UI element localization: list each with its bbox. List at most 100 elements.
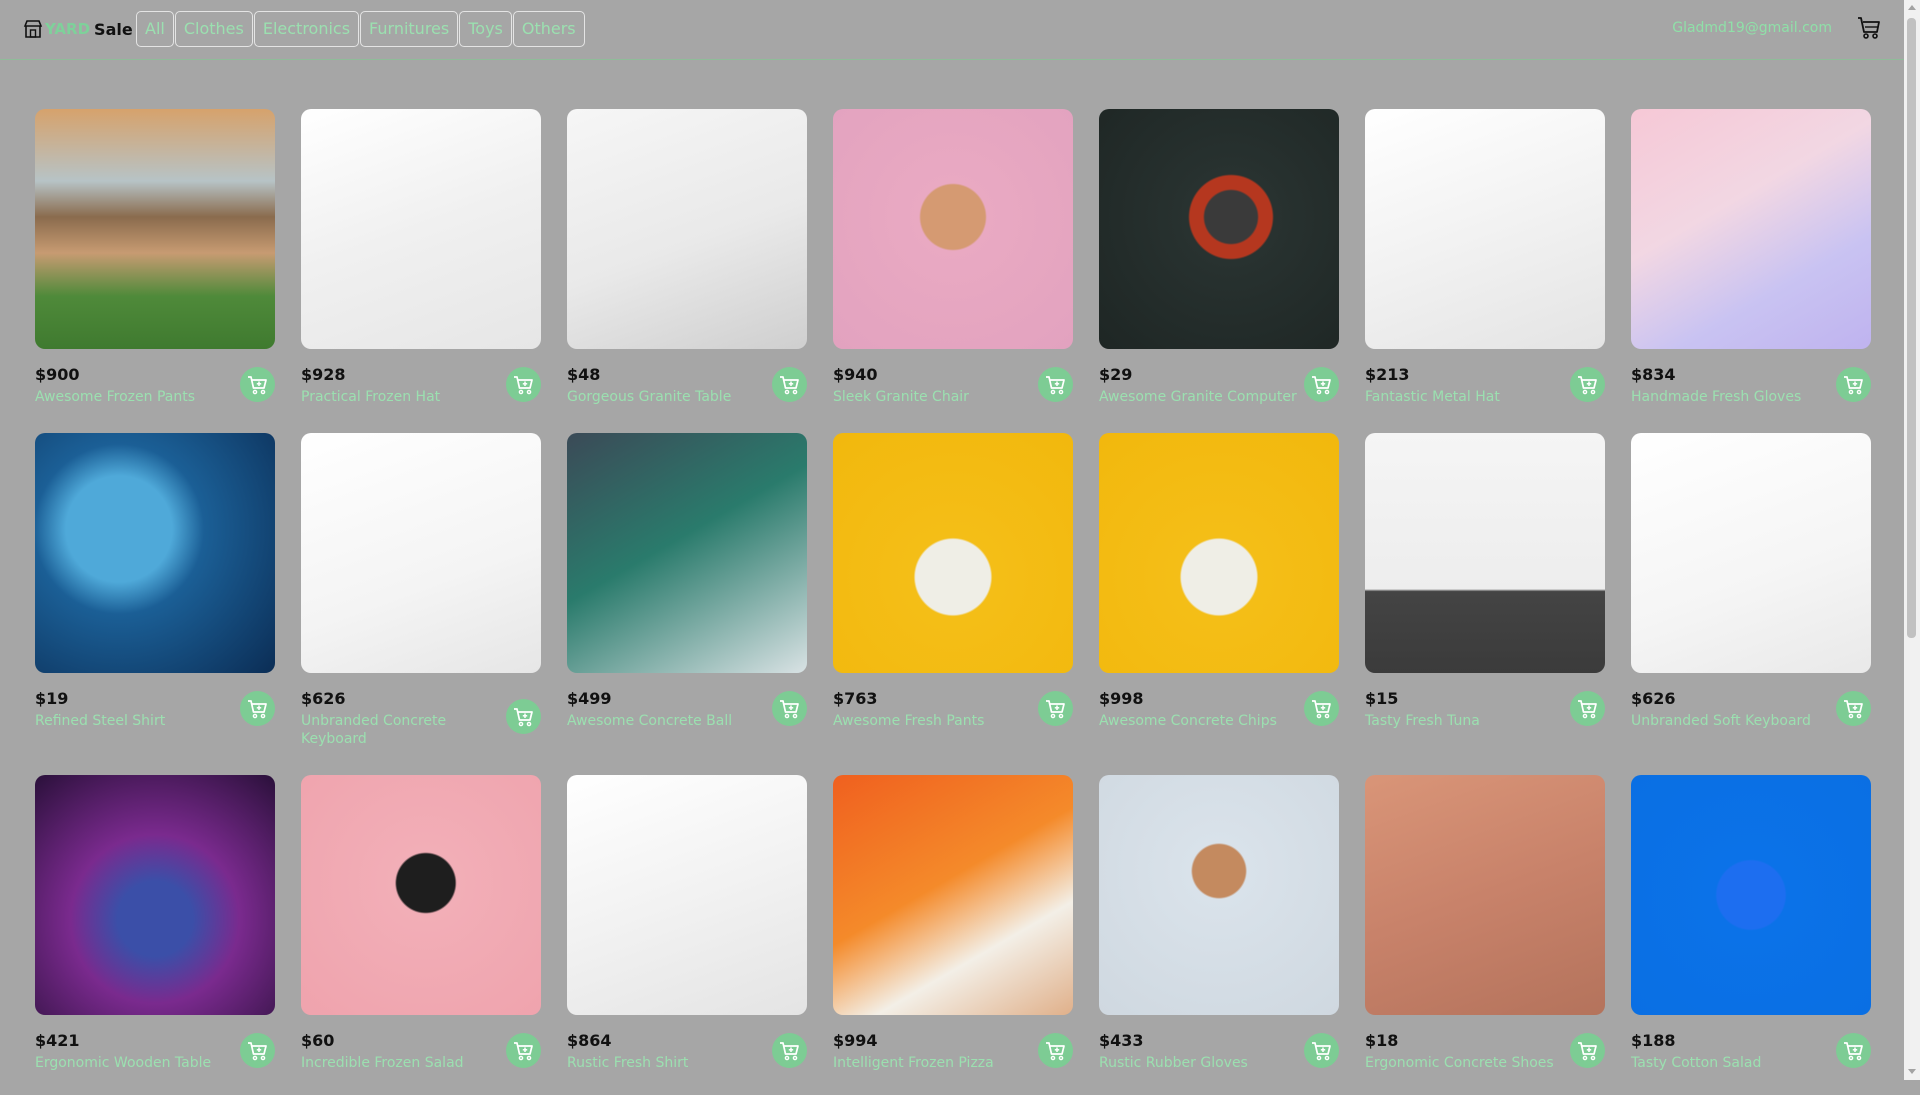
brand-yard-text: YARD [45,20,91,38]
product-image[interactable] [833,775,1073,1015]
tab-clothes[interactable]: Clothes [174,11,253,47]
add-to-cart-icon [513,375,533,394]
add-to-cart-button[interactable] [1038,367,1073,402]
product-image[interactable] [567,109,807,349]
product-image[interactable] [567,775,807,1015]
product-image[interactable] [301,109,541,349]
product-image[interactable] [1099,433,1339,673]
product-image[interactable] [833,109,1073,349]
tab-furnitures[interactable]: Furnitures [360,11,459,47]
product-image[interactable] [301,433,541,673]
add-to-cart-button[interactable] [772,367,807,402]
product-name: Gorgeous Granite Table [567,389,732,405]
product-card[interactable]: $626 Unbranded Soft Keyboard [1631,433,1871,753]
user-email[interactable]: Gladmd19@gmail.com [1672,20,1832,36]
product-card[interactable]: $18 Ergonomic Concrete Shoes [1365,775,1605,1095]
product-image[interactable] [1631,109,1871,349]
add-to-cart-button[interactable] [1570,691,1605,726]
product-price: $900 [35,365,80,384]
product-card[interactable]: $60 Incredible Frozen Salad [301,775,541,1095]
product-card[interactable]: $29 Awesome Granite Computer [1099,109,1339,429]
add-to-cart-button[interactable] [240,691,275,726]
product-name: Awesome Concrete Chips [1099,713,1277,729]
add-to-cart-button[interactable] [1836,367,1871,402]
product-image[interactable] [1365,109,1605,349]
add-to-cart-button[interactable] [1038,1033,1073,1068]
add-to-cart-icon [1843,1041,1863,1060]
product-card[interactable]: $834 Handmade Fresh Gloves [1631,109,1871,429]
add-to-cart-button[interactable] [506,367,541,402]
scroll-up-arrow[interactable] [1908,5,1916,10]
add-to-cart-button[interactable] [1570,1033,1605,1068]
product-image[interactable] [35,775,275,1015]
product-card[interactable]: $900 Awesome Frozen Pants [35,109,275,429]
add-to-cart-icon [1843,699,1863,718]
product-image[interactable] [1631,433,1871,673]
product-card[interactable]: $998 Awesome Concrete Chips [1099,433,1339,753]
product-image[interactable] [833,433,1073,673]
scroll-down-arrow[interactable] [1908,1069,1916,1074]
product-card[interactable]: $499 Awesome Concrete Ball [567,433,807,753]
add-to-cart-icon [1045,699,1065,718]
product-price: $60 [301,1031,335,1050]
product-price: $421 [35,1031,80,1050]
add-to-cart-button[interactable] [1570,367,1605,402]
navbar: YARD Sale All Clothes Electronics Furnit… [0,0,1904,60]
product-card[interactable]: $421 Ergonomic Wooden Table [35,775,275,1095]
product-card[interactable]: $763 Awesome Fresh Pants [833,433,1073,753]
add-to-cart-icon [1311,375,1331,394]
add-to-cart-button[interactable] [772,691,807,726]
product-image[interactable] [567,433,807,673]
tab-all[interactable]: All [136,11,174,47]
add-to-cart-button[interactable] [240,367,275,402]
product-image[interactable] [1631,775,1871,1015]
scrollbar-thumb[interactable] [1907,18,1916,638]
product-name: Ergonomic Wooden Table [35,1055,212,1071]
add-to-cart-button[interactable] [772,1033,807,1068]
product-card[interactable]: $433 Rustic Rubber Gloves [1099,775,1339,1095]
add-to-cart-button[interactable] [1304,1033,1339,1068]
product-card[interactable]: $19 Refined Steel Shirt [35,433,275,753]
product-card[interactable]: $994 Intelligent Frozen Pizza [833,775,1073,1095]
product-name: Awesome Concrete Ball [567,713,733,729]
product-image[interactable] [1099,109,1339,349]
product-card[interactable]: $188 Tasty Cotton Salad [1631,775,1871,1095]
product-card[interactable]: $626 Unbranded Concrete Keyboard [301,433,541,753]
product-card[interactable]: $928 Practical Frozen Hat [301,109,541,429]
product-card[interactable]: $15 Tasty Fresh Tuna [1365,433,1605,753]
product-card[interactable]: $48 Gorgeous Granite Table [567,109,807,429]
add-to-cart-button[interactable] [506,699,541,734]
add-to-cart-button[interactable] [1304,367,1339,402]
product-name: Refined Steel Shirt [35,713,166,729]
product-image[interactable] [1365,775,1605,1015]
product-name: Unbranded Concrete Keyboard [301,713,447,747]
shopping-cart-icon[interactable] [1856,15,1882,41]
add-to-cart-button[interactable] [506,1033,541,1068]
product-name: Awesome Granite Computer [1099,389,1297,405]
product-name: Intelligent Frozen Pizza [833,1055,994,1071]
product-price: $499 [567,689,612,708]
add-to-cart-button[interactable] [1038,691,1073,726]
tab-electronics[interactable]: Electronics [253,11,360,47]
brand-logo[interactable]: YARD Sale [23,17,133,41]
product-card[interactable]: $940 Sleek Granite Chair [833,109,1073,429]
add-to-cart-icon [779,699,799,718]
product-price: $994 [833,1031,878,1050]
product-card[interactable]: $213 Fantastic Metal Hat [1365,109,1605,429]
product-price: $15 [1365,689,1399,708]
product-price: $29 [1099,365,1133,384]
product-image[interactable] [35,109,275,349]
add-to-cart-button[interactable] [1304,691,1339,726]
tab-toys[interactable]: Toys [459,11,512,47]
product-price: $626 [301,689,346,708]
product-image[interactable] [301,775,541,1015]
product-image[interactable] [35,433,275,673]
add-to-cart-button[interactable] [1836,691,1871,726]
tab-others[interactable]: Others [512,11,585,47]
product-image[interactable] [1365,433,1605,673]
product-image[interactable] [1099,775,1339,1015]
add-to-cart-button[interactable] [1836,1033,1871,1068]
product-card[interactable]: $864 Rustic Fresh Shirt [567,775,807,1095]
product-price: $213 [1365,365,1410,384]
add-to-cart-button[interactable] [240,1033,275,1068]
